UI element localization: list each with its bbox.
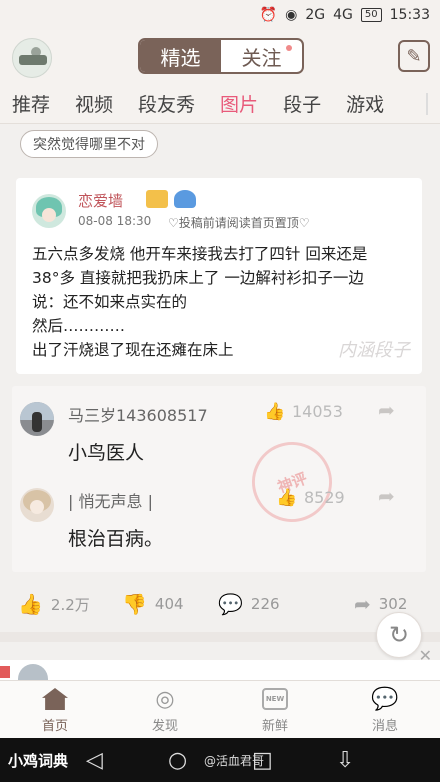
tab-jokes[interactable]: 段子: [283, 90, 321, 117]
nav-discover-label: 发现: [151, 719, 178, 734]
thumb-up-icon: 👍: [264, 401, 286, 422]
watermark-logo: 内涵段子: [338, 340, 410, 361]
nav-fresh[interactable]: NEW 新鲜: [220, 681, 330, 738]
author-name[interactable]: 恋爱墙: [78, 190, 123, 211]
home-circle-icon[interactable]: ○: [168, 748, 187, 773]
author-signature: ♡投稿前请阅读首页置顶♡: [168, 216, 310, 230]
comment-text: 小鸟医人: [68, 442, 145, 464]
speech-bubble-icon: 💬: [218, 592, 243, 616]
tab-following-label: 关注: [241, 45, 282, 70]
comment-like-count: 8529: [304, 488, 345, 507]
refresh-icon: ↻: [388, 621, 410, 649]
comment-count: 226: [250, 595, 280, 613]
post-time: 08-08 18:30: [78, 214, 152, 228]
nav-home[interactable]: 首页: [0, 681, 110, 738]
alarm-icon: ⏰: [259, 7, 278, 23]
tab-recommend[interactable]: 推荐: [12, 90, 50, 117]
tab-divider: [426, 92, 428, 115]
category-tabs: 推荐 视频 段友秀 图片 段子 游戏: [0, 84, 440, 124]
chat-bubble-icon: 💬: [371, 686, 399, 712]
dislike-button[interactable]: 👎 404: [122, 592, 184, 616]
nav-home-label: 首页: [41, 719, 68, 734]
tab-show[interactable]: 段友秀: [138, 90, 195, 117]
nav-discover[interactable]: ◎ 发现: [110, 681, 220, 738]
pencil-icon: ✎: [406, 45, 422, 67]
tab-featured[interactable]: 精选: [140, 40, 221, 72]
commenter-name[interactable]: | 悄无声息 |: [68, 488, 153, 512]
eye-icon: ◉: [285, 7, 298, 23]
comment-text: 根治百病。: [68, 528, 164, 550]
app-header: 精选 关注 ✎: [0, 30, 440, 84]
notification-dot: [286, 45, 292, 51]
my-avatar[interactable]: [12, 38, 52, 78]
tag-marker-icon: [0, 666, 10, 678]
comment-like-count: 14053: [292, 402, 343, 421]
author-badges: [146, 190, 196, 208]
clock: 15:33: [389, 7, 430, 23]
commenter-name[interactable]: 马三岁143608517: [68, 402, 208, 426]
nav-fresh-label: 新鲜: [261, 719, 288, 734]
comment-like-button[interactable]: 👍 8529: [276, 488, 345, 507]
commenter-avatar[interactable]: [20, 488, 54, 522]
tab-video[interactable]: 视频: [75, 90, 113, 117]
post-actions: 👍 2.2万 👎 404 💬 226 ➦ 302: [0, 584, 440, 624]
post-line: 五六点多发烧 他开车来接我去打了四针 回来还是: [32, 245, 368, 263]
status-bar: ⏰ ◉ 2G 4G 50 15:33: [0, 0, 440, 30]
commenter-avatar[interactable]: [20, 402, 54, 436]
crown-badge-icon: [146, 190, 168, 208]
feed-switch: 精选 关注: [138, 38, 304, 74]
author-avatar[interactable]: [32, 194, 66, 228]
refresh-button[interactable]: ↻: [376, 612, 422, 658]
wing-badge-icon: [174, 190, 196, 208]
home-icon: [40, 685, 70, 713]
post-line: 说：还不如来点实在的: [32, 293, 188, 311]
tab-following[interactable]: 关注: [221, 40, 302, 72]
share-arrow-icon: ➦: [354, 592, 371, 616]
compose-button[interactable]: ✎: [398, 40, 430, 72]
post-card[interactable]: 恋爱墙 08-08 18:30 ♡投稿前请阅读首页置顶♡ 五六点多发烧 他开车来…: [16, 178, 422, 374]
thumb-up-icon: 👍: [18, 592, 43, 616]
thumb-up-icon: 👍: [276, 487, 298, 508]
share-arrow-icon[interactable]: ➦: [378, 398, 395, 422]
nav-messages-label: 消息: [371, 719, 398, 734]
brand-watermark: 小鸡词典: [8, 752, 69, 770]
post-line: 38°多 直接就把我扔床上了 一边解衬衫扣子一边: [32, 269, 364, 287]
feed-divider: [0, 632, 440, 642]
dislike-count: 404: [154, 595, 184, 613]
next-post-peek[interactable]: [0, 660, 440, 680]
nav-messages[interactable]: 💬 消息: [330, 681, 440, 738]
tab-games[interactable]: 游戏: [346, 90, 384, 117]
bottom-nav: 首页 ◎ 发现 NEW 新鲜 💬 消息: [0, 680, 440, 738]
new-icon: NEW: [260, 685, 290, 713]
tab-pictures[interactable]: 图片: [220, 90, 258, 117]
topic-chip[interactable]: 突然觉得哪里不对: [20, 130, 158, 158]
like-count: 2.2万: [50, 595, 90, 614]
close-icon[interactable]: ✕: [419, 646, 432, 665]
share-count: 302: [378, 595, 408, 613]
god-comment-stamp: 神评: [240, 430, 344, 534]
network-2g: 2G: [305, 7, 326, 23]
compass-icon: ◎: [155, 686, 175, 712]
author-avatar: [18, 664, 48, 680]
notification-pull-icon[interactable]: ⇩: [336, 748, 354, 773]
battery-icon: 50: [360, 8, 382, 22]
recents-icon[interactable]: □: [252, 748, 273, 773]
post-line: 然后…………: [32, 317, 126, 335]
comment-button[interactable]: 💬 226: [218, 592, 280, 616]
thumb-down-icon: 👎: [122, 592, 147, 616]
system-nav-bar: 小鸡词典 ◁ ○ @活血君哥 □ ⇩: [0, 738, 440, 782]
like-button[interactable]: 👍 2.2万: [18, 592, 90, 616]
back-icon[interactable]: ◁: [86, 748, 103, 773]
network-4g: 4G: [333, 7, 353, 23]
share-arrow-icon[interactable]: ➦: [378, 484, 395, 508]
hot-comments: 神评 马三岁143608517 👍 14053 ➦ 小鸟医人 | 悄无声息 | …: [12, 386, 426, 572]
comment-like-button[interactable]: 👍 14053: [264, 402, 343, 421]
